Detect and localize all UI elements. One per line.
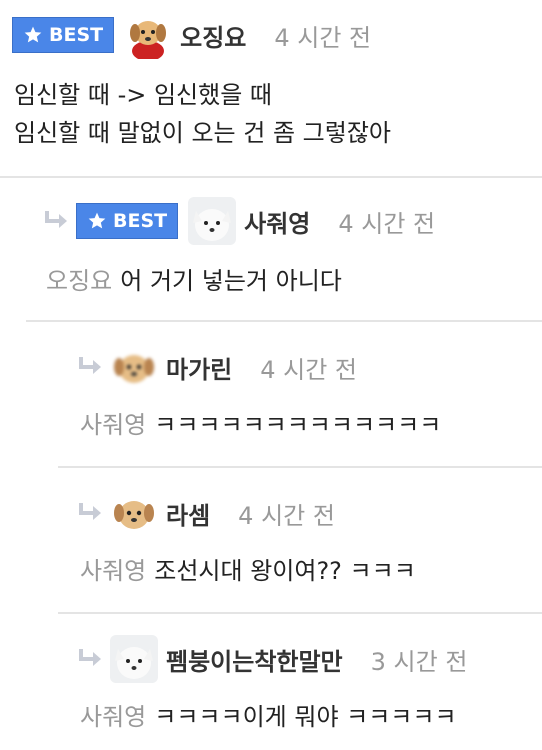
author-name[interactable]: 펨붕이는착한말만 (166, 642, 343, 677)
avatar[interactable] (110, 635, 158, 683)
star-icon (88, 212, 106, 229)
comment-header: BEST 오징요 4 시간 전 (12, 10, 371, 60)
author-name[interactable]: 라셈 (166, 496, 210, 531)
reply-header: 펨붕이는착한말만 3 시간 전 (76, 634, 467, 684)
comment-body: 사줘영 ㅋㅋㅋㅋ이게 뭐야 ㅋㅋㅋㅋㅋ (80, 698, 457, 736)
avatar[interactable] (124, 11, 173, 59)
star-icon (24, 26, 42, 43)
mention[interactable]: 사줘영 (80, 557, 146, 585)
timestamp: 3 시간 전 (370, 647, 468, 676)
best-badge: BEST (12, 17, 115, 53)
reply-arrow-icon (42, 208, 72, 234)
author-name[interactable]: 마가린 (166, 350, 232, 385)
comment-text: ㅋㅋㅋㅋㅋㅋㅋㅋㅋㅋㅋㅋㅋ (154, 411, 442, 439)
comment-line: 임신할 때 -> 임신했을 때 (14, 81, 273, 109)
timestamp: 4 시간 전 (238, 501, 335, 530)
divider (26, 320, 542, 322)
avatar[interactable] (110, 343, 158, 391)
comment-line: 임신할 때 말없이 오는 건 좀 그렇잖아 (14, 119, 391, 147)
divider (58, 466, 542, 468)
divider (58, 612, 542, 614)
mention[interactable]: 오징요 (46, 267, 112, 295)
mention[interactable]: 사줘영 (80, 411, 146, 439)
timestamp: 4 시간 전 (338, 209, 436, 238)
author-name[interactable]: 사줘영 (244, 204, 310, 239)
timestamp: 4 시간 전 (274, 23, 372, 52)
comment-text: 어 거기 넣는거 아니다 (120, 267, 342, 295)
comment-body: 사줘영 ㅋㅋㅋㅋㅋㅋㅋㅋㅋㅋㅋㅋㅋ (80, 406, 441, 444)
avatar[interactable] (110, 489, 158, 537)
comment-text: ㅋㅋㅋㅋ이게 뭐야 ㅋㅋㅋㅋㅋ (154, 703, 457, 731)
divider (0, 176, 542, 178)
reply-arrow-icon (76, 354, 106, 380)
reply-header: 라셈 4 시간 전 (76, 488, 335, 538)
comment-body: 임신할 때 -> 임신했을 때 임신할 때 말없이 오는 건 좀 그렇잖아 (14, 76, 391, 152)
reply-header: 마가린 4 시간 전 (76, 342, 357, 392)
avatar[interactable] (188, 197, 237, 245)
reply-arrow-icon (76, 500, 106, 526)
author-name[interactable]: 오징요 (180, 18, 246, 53)
reply-arrow-icon (76, 646, 106, 672)
comment-body: 오징요 어 거기 넣는거 아니다 (46, 262, 342, 300)
comment-text: 조선시대 왕이여?? ㅋㅋㅋ (154, 557, 416, 585)
mention[interactable]: 사줘영 (80, 703, 146, 731)
timestamp: 4 시간 전 (260, 355, 358, 384)
best-badge: BEST (76, 203, 179, 239)
reply-header: BEST 사줘영 4 시간 전 (42, 196, 435, 246)
comment-body: 사줘영 조선시대 왕이여?? ㅋㅋㅋ (80, 552, 416, 590)
